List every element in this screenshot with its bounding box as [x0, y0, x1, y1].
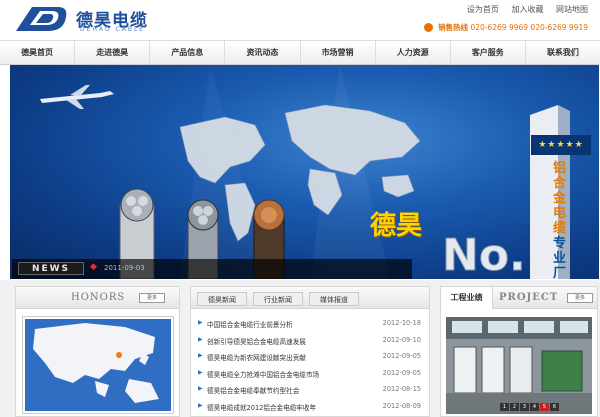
slogan-product: 铝合金电缆 [553, 161, 567, 236]
pager-page-2[interactable]: 2 [510, 403, 519, 411]
content-area: HONORS 更多 德昊新闻 行业新闻 媒体报道 ▶ 中国铝合金电缆行业前景分析… [0, 280, 600, 417]
pager-page-1[interactable]: 1 [500, 403, 509, 411]
nav-item-about[interactable]: 走进德昊 [75, 41, 151, 64]
news-panel: 德昊新闻 行业新闻 媒体报道 ▶ 中国铝合金电缆行业前景分析 2012-10-18 … [190, 286, 430, 417]
add-favorite-link[interactable]: 加入收藏 [511, 5, 543, 14]
phone-icon [423, 23, 433, 32]
honors-more-button[interactable]: 更多 [139, 293, 165, 303]
nav-item-marketing[interactable]: 市场营销 [301, 41, 376, 64]
tab-project-results[interactable]: 工程业绩 [441, 287, 493, 309]
news-item-title[interactable]: 德昊电缆为新农网建设献突出贡献 [207, 352, 306, 362]
ticker-text[interactable]: 2011-09-03 [104, 264, 145, 272]
no1-graphic: No. [442, 105, 570, 279]
news-item[interactable]: ▶ 德昊电缆成就2012铝合金电缆牢收年 2012-08-09 [197, 402, 425, 417]
news-item[interactable]: ▶ 德昊电缆为新农网建设献突出贡献 2012-09-05 [197, 352, 425, 369]
news-item[interactable]: ▶ 德昊电缆全力抢滩中国铝合金电缆市场 2012-09-05 [197, 369, 425, 386]
news-item-date: 2012-09-10 [382, 335, 421, 344]
hotline-label: 销售热线 [438, 23, 469, 32]
set-homepage-link[interactable]: 设为首页 [467, 5, 499, 14]
airplane-icon [40, 85, 114, 109]
news-item-date: 2012-08-15 [382, 385, 421, 393]
news-item-title[interactable]: 德昊电缆成就2012铝合金电缆牢收年 [207, 402, 316, 412]
tab-company-news[interactable]: 德昊新闻 [197, 292, 247, 306]
factory-photo [446, 317, 592, 414]
nav-item-service[interactable]: 客户服务 [451, 41, 526, 64]
logo[interactable]: 德昊电缆 DEHAO CABLE [12, 3, 162, 37]
banner-artwork: No. [40, 65, 570, 279]
hotline-numbers: 020-6269 9969 020-6269 9919 [470, 23, 588, 32]
nav-item-products[interactable]: 产品信息 [150, 41, 226, 64]
banner-slogan: 铝合金电缆 专业厂家 [553, 161, 571, 279]
news-item[interactable]: ▶ 德昊铝合金电缆奉献节约型社会 2012-08-15 [197, 385, 425, 402]
bullet-arrow-icon: ▶ [198, 401, 203, 409]
honors-header: HONORS 更多 [16, 287, 179, 309]
top-links: 设为首页 加入收藏 网站地图 [457, 4, 588, 15]
header: 德昊电缆 DEHAO CABLE 设为首页 加入收藏 网站地图 销售热线 020… [0, 0, 600, 40]
main-nav: 德昊首页 走进德昊 产品信息 资讯动态 市场营销 人力资源 客户服务 联系我们 [0, 40, 600, 65]
pager-page-4[interactable]: 4 [530, 403, 539, 411]
project-header: 工程业绩 PROJECT 更多 [441, 287, 597, 309]
news-item-title[interactable]: 德昊电缆全力抢滩中国铝合金电缆市场 [207, 369, 319, 379]
news-item-title[interactable]: 德昊铝合金电缆奉献节约型社会 [207, 385, 299, 395]
nav-item-contact[interactable]: 联系我们 [526, 41, 600, 64]
news-item[interactable]: ▶ 创新引导德昊铝合金电缆高速发展 2012-09-10 [197, 336, 425, 353]
news-item-title[interactable]: 创新引导德昊铝合金电缆高速发展 [207, 336, 306, 346]
sales-hotline: 销售热线 020-6269 9969 020-6269 9919 [423, 22, 588, 33]
news-item-date: 2012-08-09 [382, 401, 421, 410]
news-tabs: 德昊新闻 行业新闻 媒体报道 [197, 292, 365, 306]
news-item-date: 2012-10-18 [382, 319, 421, 327]
news-item-date: 2012-09-05 [382, 352, 421, 360]
sitemap-link[interactable]: 网站地图 [556, 5, 588, 14]
news-item[interactable]: ▶ 中国铝合金电缆行业前景分析 2012-10-18 [197, 319, 425, 336]
nav-item-home[interactable]: 德昊首页 [0, 41, 76, 64]
project-pager: 1 2 3 4 5 6 [500, 403, 560, 411]
project-more-button[interactable]: 更多 [567, 293, 593, 303]
bullet-arrow-icon: ▶ [198, 352, 203, 359]
project-title: PROJECT [499, 292, 559, 303]
ticker-arrow-icon: ◆ [90, 262, 97, 272]
honors-map-image[interactable] [23, 317, 173, 413]
pager-page-3[interactable]: 3 [520, 403, 529, 411]
tab-media-reports[interactable]: 媒体报道 [309, 292, 359, 306]
hero-banner[interactable]: No. ★★★★★ 铝合金电缆 专业厂家 [10, 65, 599, 279]
nav-item-hr[interactable]: 人力资源 [376, 41, 451, 64]
honors-panel: HONORS 更多 [15, 286, 180, 417]
logo-subtext: DEHAO CABLE [80, 26, 146, 33]
bullet-arrow-icon: ▶ [198, 319, 203, 326]
asia-map-icon [25, 319, 171, 411]
pager-page-6[interactable]: 6 [550, 403, 559, 411]
news-label: NEWS [18, 262, 84, 275]
news-item-date: 2012-09-05 [382, 368, 421, 377]
bullet-arrow-icon: ▶ [198, 385, 203, 392]
banner-brand: 德昊 [370, 211, 423, 241]
news-list: ▶ 中国铝合金电缆行业前景分析 2012-10-18 ▶ 创新引导德昊铝合金电缆高速发… [197, 319, 425, 417]
slogan-specialist: 专业厂家 [553, 236, 567, 279]
nav-item-news[interactable]: 资讯动态 [225, 41, 301, 64]
news-header: 德昊新闻 行业新闻 媒体报道 [191, 287, 429, 309]
project-panel: 工程业绩 PROJECT 更多 1 2 3 4 5 6 [440, 286, 598, 417]
news-item-title[interactable]: 中国铝合金电缆行业前景分析 [207, 319, 293, 329]
tab-industry-news[interactable]: 行业新闻 [253, 292, 303, 306]
bullet-arrow-icon: ▶ [198, 368, 203, 376]
bullet-arrow-icon: ▶ [198, 335, 203, 343]
news-ticker: NEWS ◆ 2011-09-03 [12, 259, 412, 279]
project-photo[interactable]: 1 2 3 4 5 6 [446, 317, 592, 414]
rating-stars-icon: ★★★★★ [531, 135, 591, 155]
page: 德昊电缆 DEHAO CABLE 设为首页 加入收藏 网站地图 销售热线 020… [0, 0, 600, 417]
svg-text:No.: No. [442, 230, 526, 279]
logo-mark-icon [16, 7, 67, 31]
honors-title: HONORS [71, 292, 126, 303]
pager-page-5[interactable]: 5 [540, 403, 549, 411]
